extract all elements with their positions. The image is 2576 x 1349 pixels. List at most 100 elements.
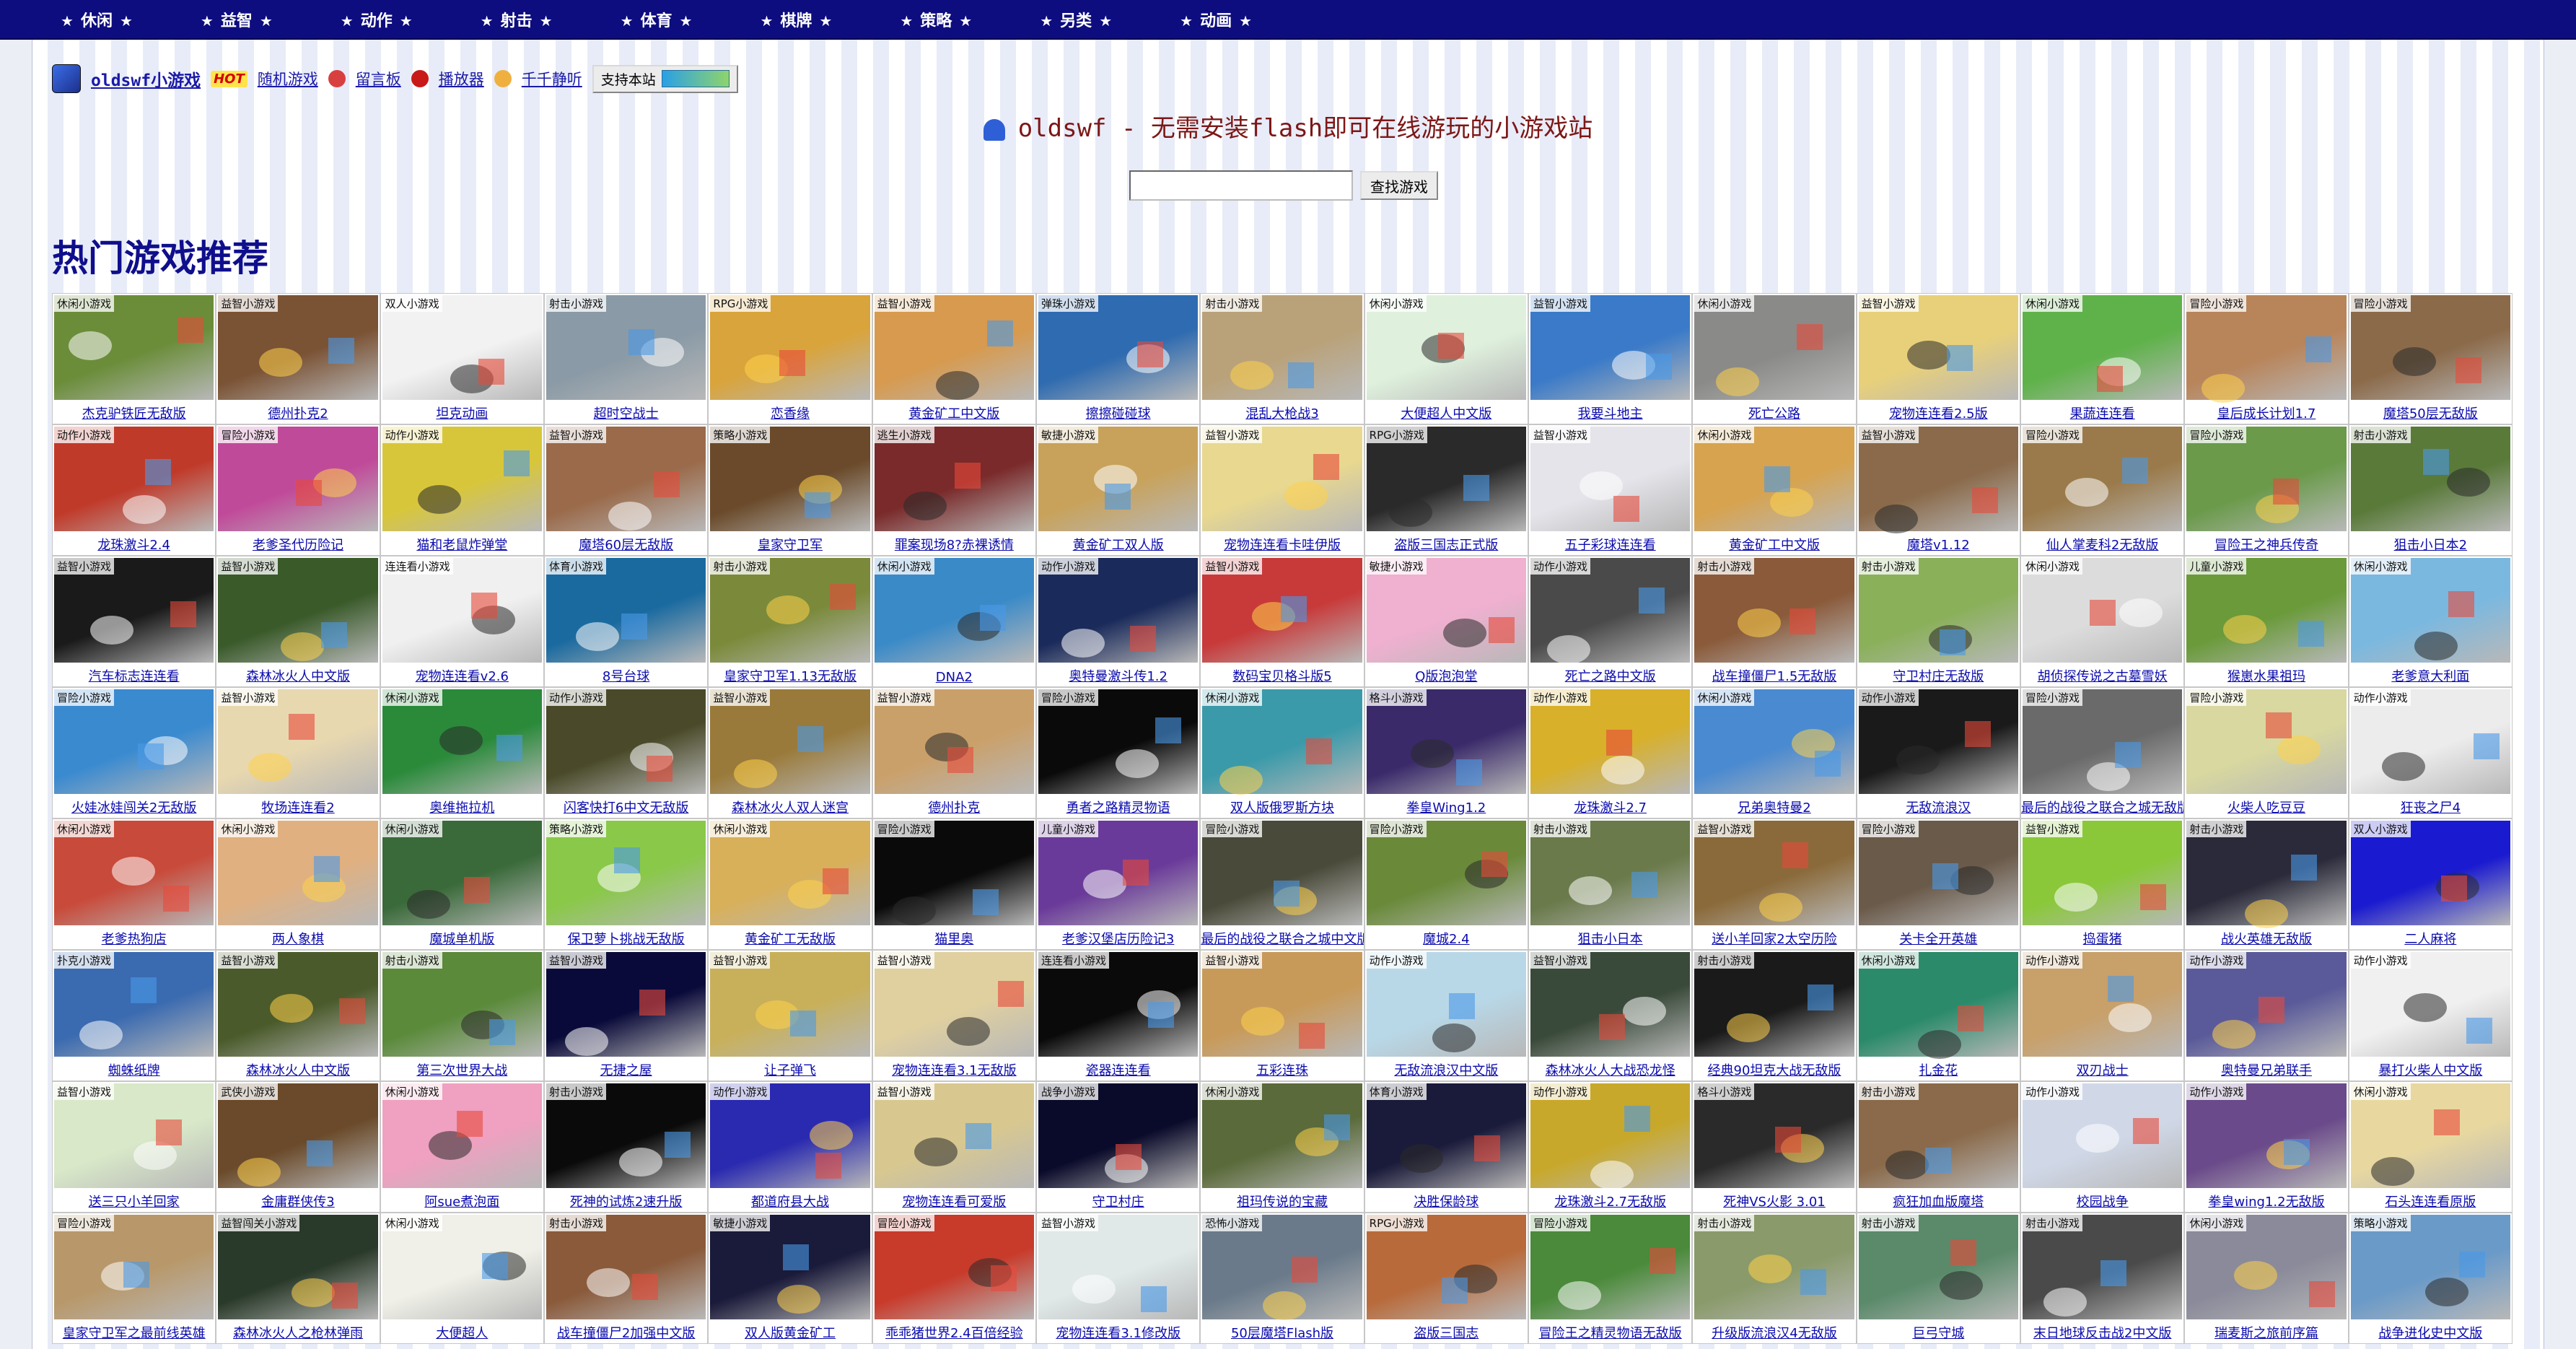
game-tile[interactable]: 益智小游戏 无捷之屋 (543, 950, 709, 1081)
game-title-link[interactable]: 五子彩球连连看 (1529, 535, 1691, 554)
game-tile[interactable]: 休闲小游戏 大便超人 (380, 1213, 544, 1344)
game-title-link[interactable]: 宠物连连看卡哇伊版 (1201, 535, 1363, 554)
game-tile[interactable]: 策略小游戏 皇家守卫军 (708, 424, 872, 556)
game-tile[interactable]: 动作小游戏 奥特曼激斗传1.2 (1035, 556, 1201, 687)
game-title-link[interactable]: 蜘蛛纸牌 (53, 1060, 215, 1079)
game-title-link[interactable]: 经典90坦克大战无敌版 (1693, 1060, 1855, 1079)
game-tile[interactable]: 冒险小游戏 乖乖猪世界2.4百倍经验 (872, 1213, 1036, 1344)
game-title-link[interactable]: 火柴人吃豆豆 (2185, 798, 2347, 816)
guestbook-link[interactable]: 留言板 (356, 68, 401, 90)
game-title-link[interactable]: 末日地球反击战2中文版 (2021, 1323, 2183, 1342)
game-tile[interactable]: 休闲小游戏 阿sue煮泡面 (380, 1081, 544, 1213)
game-tile[interactable]: 格斗小游戏 死神VS火影 3.01 (1692, 1081, 1857, 1213)
game-title-link[interactable]: 老爹圣代历险记 (216, 535, 379, 554)
game-title-link[interactable]: 老爹热狗店 (53, 929, 215, 948)
game-title-link[interactable]: 二人麻将 (2349, 929, 2512, 948)
game-title-link[interactable]: 最后的战役之联合之城无敌版 (2021, 798, 2183, 816)
game-tile[interactable]: 益智小游戏 捣蛋猪 (2020, 818, 2185, 950)
game-tile[interactable]: 益智小游戏 森林冰火人中文版 (216, 556, 380, 687)
game-tile[interactable]: 动作小游戏 双刃战士 (2020, 950, 2185, 1081)
game-title-link[interactable]: 宠物连连看可爱版 (873, 1192, 1035, 1210)
nav-item-3[interactable]: ★ 射击 ★ (420, 8, 560, 31)
game-tile[interactable]: 益智小游戏 送小羊回家2太空历险 (1692, 818, 1857, 950)
game-title-link[interactable]: 擦擦碰碰球 (1037, 403, 1199, 422)
nav-item-8[interactable]: ★ 动画 ★ (1119, 8, 1259, 31)
game-title-link[interactable]: 汽车标志连连看 (53, 666, 215, 685)
game-title-link[interactable]: 死神VS火影 3.01 (1693, 1192, 1855, 1210)
site-logo-icon[interactable] (52, 64, 81, 93)
game-title-link[interactable]: DNA2 (873, 670, 1035, 685)
game-title-link[interactable]: 果蔬连连看 (2021, 403, 2183, 422)
game-tile[interactable]: 休闲小游戏 魔城单机版 (380, 818, 544, 950)
game-title-link[interactable]: 疯狂加血版魔塔 (1857, 1192, 2020, 1210)
game-tile[interactable]: 射击小游戏 末日地球反击战2中文版 (2020, 1213, 2185, 1344)
game-tile[interactable]: 儿童小游戏 老爹汉堡店历险记3 (1035, 818, 1201, 950)
game-title-link[interactable]: 黄金矿工中文版 (873, 403, 1035, 422)
game-tile[interactable]: 策略小游戏 保卫萝卜挑战无敌版 (543, 818, 709, 950)
game-tile[interactable]: 冒险小游戏 皇家守卫军之最前线英雄 (52, 1213, 216, 1344)
nav-item-1[interactable]: ★ 益智 ★ (140, 8, 280, 31)
game-tile[interactable]: 双人小游戏 坦克动画 (380, 293, 544, 424)
game-title-link[interactable]: 火娃冰娃闯关2无敌版 (53, 798, 215, 816)
nav-item-0[interactable]: ★ 休闲 ★ (0, 8, 140, 31)
game-tile[interactable]: 射击小游戏 第三次世界大战 (380, 950, 544, 1081)
game-tile[interactable]: 休闲小游戏 胡侦探传说之古墓雪妖 (2020, 556, 2185, 687)
game-tile[interactable]: 动作小游戏 狂丧之尸4 (2348, 687, 2513, 818)
game-tile[interactable]: 射击小游戏 战火英雄无敌版 (2184, 818, 2349, 950)
game-title-link[interactable]: 双刃战士 (2021, 1060, 2183, 1079)
game-title-link[interactable]: 杰克驴铁匠无敌版 (53, 403, 215, 422)
game-tile[interactable]: 动作小游戏 拳皇wing1.2无敌版 (2184, 1081, 2349, 1213)
game-title-link[interactable]: 皇后成长计划1.7 (2185, 403, 2347, 422)
game-tile[interactable]: 益智小游戏 宠物连连看可爱版 (872, 1081, 1036, 1213)
game-tile[interactable]: 逃生小游戏 罪案现场8?赤裸诱情 (872, 424, 1036, 556)
game-title-link[interactable]: 8号台球 (545, 666, 707, 685)
game-title-link[interactable]: 50层魔塔Flash版 (1201, 1323, 1363, 1342)
game-title-link[interactable]: 混乱大枪战3 (1201, 403, 1363, 422)
game-tile[interactable]: 益智小游戏 我要斗地主 (1528, 293, 1693, 424)
game-title-link[interactable]: 死亡公路 (1693, 403, 1855, 422)
game-title-link[interactable]: 魔塔50层无敌版 (2349, 403, 2512, 422)
game-tile[interactable]: 益智小游戏 魔塔60层无敌版 (543, 424, 709, 556)
search-button[interactable]: 查找游戏 (1360, 171, 1438, 200)
game-tile[interactable]: 益智小游戏 数码宝贝格斗版5 (1200, 556, 1364, 687)
game-tile[interactable]: 休闲小游戏 大便超人中文版 (1364, 293, 1528, 424)
game-tile[interactable]: 动作小游戏 龙珠激斗2.7 (1528, 687, 1693, 818)
game-title-link[interactable]: 黄金矿工中文版 (1693, 535, 1855, 554)
game-tile[interactable]: 冒险小游戏 勇者之路精灵物语 (1035, 687, 1201, 818)
game-tile[interactable]: 益智小游戏 森林冰火人中文版 (216, 950, 380, 1081)
game-tile[interactable]: 益智小游戏 宠物连连看3.1修改版 (1035, 1213, 1201, 1344)
game-tile[interactable]: 动作小游戏 龙珠激斗2.7无敌版 (1528, 1081, 1693, 1213)
game-title-link[interactable]: 最后的战役之联合之城中文版 (1201, 929, 1363, 948)
game-title-link[interactable]: 黄金矿工无敌版 (709, 929, 871, 948)
game-tile[interactable]: 双人小游戏 二人麻将 (2348, 818, 2513, 950)
game-tile[interactable]: 策略小游戏 战争进化史中文版 (2348, 1213, 2513, 1344)
game-tile[interactable]: 冒险小游戏 魔城2.4 (1364, 818, 1528, 950)
game-tile[interactable]: 益智小游戏 德州扑克 (872, 687, 1036, 818)
game-title-link[interactable]: 奥特曼兄弟联手 (2185, 1060, 2347, 1079)
game-title-link[interactable]: 森林冰火人之枪林弹雨 (216, 1323, 379, 1342)
game-tile[interactable]: 休闲小游戏 石头连连看原版 (2348, 1081, 2513, 1213)
game-tile[interactable]: 冒险小游戏 冒险王之精灵物语无敌版 (1528, 1213, 1693, 1344)
game-tile[interactable]: 冒险小游戏 老爹圣代历险记 (216, 424, 380, 556)
game-tile[interactable]: 休闲小游戏 黄金矿工无敌版 (708, 818, 872, 950)
game-tile[interactable]: 武侠小游戏 金庸群侠传3 (216, 1081, 380, 1213)
game-title-link[interactable]: 盗版三国志 (1365, 1323, 1528, 1342)
game-title-link[interactable]: 仙人掌麦科2无敌版 (2021, 535, 2183, 554)
game-title-link[interactable]: 狙击小日本 (1529, 929, 1691, 948)
nav-item-7[interactable]: ★ 另类 ★ (979, 8, 1119, 31)
game-title-link[interactable]: 猫里奥 (873, 929, 1035, 948)
game-title-link[interactable]: 决胜保龄球 (1365, 1192, 1528, 1210)
game-title-link[interactable]: 拳皇wing1.2无敌版 (2185, 1192, 2347, 1210)
game-tile[interactable]: RPG小游戏 恋香缘 (708, 293, 872, 424)
game-tile[interactable]: 射击小游戏 狙击小日本2 (2348, 424, 2513, 556)
game-title-link[interactable]: 老爹汉堡店历险记3 (1037, 929, 1199, 948)
game-tile[interactable]: 益智小游戏 森林冰火人双人迷宫 (708, 687, 872, 818)
game-tile[interactable]: 冒险小游戏 最后的战役之联合之城无敌版 (2020, 687, 2185, 818)
game-title-link[interactable]: 守卫村庄 (1037, 1192, 1199, 1210)
game-tile[interactable]: 益智小游戏 五子彩球连连看 (1528, 424, 1693, 556)
game-title-link[interactable]: 宠物连连看v2.6 (381, 666, 543, 685)
game-title-link[interactable]: 胡侦探传说之古墓雪妖 (2021, 666, 2183, 685)
game-tile[interactable]: 射击小游戏 死神的试炼2速升版 (543, 1081, 709, 1213)
site-name-link[interactable]: oldswf小游戏 (91, 66, 201, 91)
game-title-link[interactable]: 皇家守卫军1.13无敌版 (709, 666, 871, 685)
